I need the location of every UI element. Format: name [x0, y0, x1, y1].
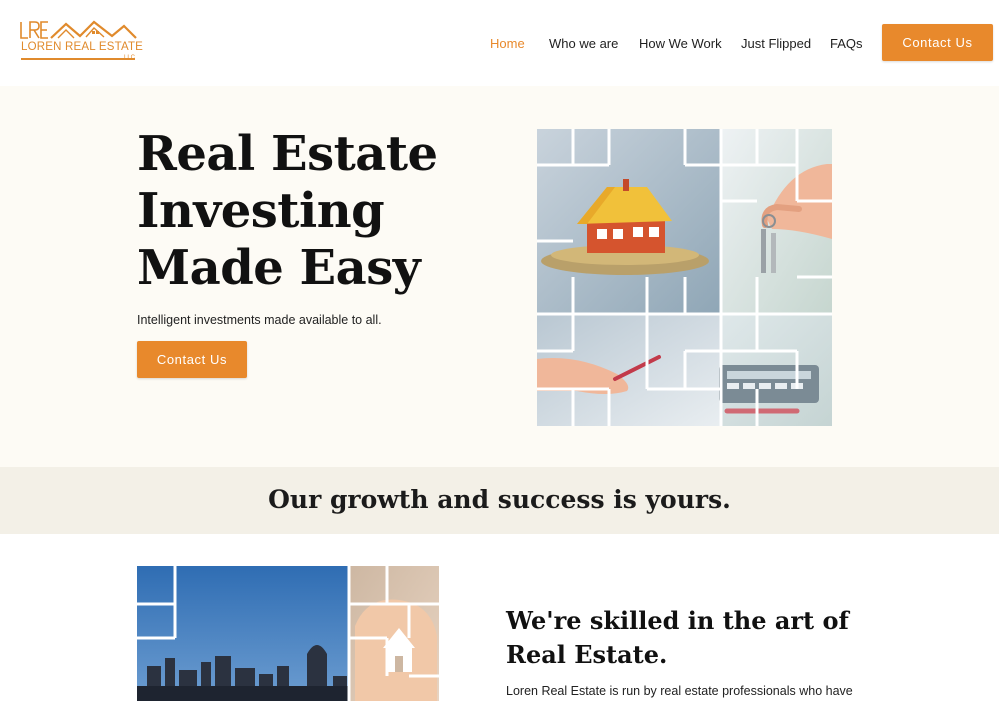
nav-faqs[interactable]: FAQs	[830, 36, 863, 51]
about-image-collage	[137, 566, 439, 701]
about-title-line: Real Estate.	[506, 640, 668, 669]
nav-how-we-work[interactable]: How We Work	[639, 36, 722, 51]
nav-just-flipped[interactable]: Just Flipped	[741, 36, 811, 51]
nav-who-we-are[interactable]: Who we are	[549, 36, 618, 51]
hands-house-icon	[355, 599, 437, 701]
about-title: We're skilled in the art of Real Estate.	[506, 604, 906, 672]
hero-title-line: Real Estate	[137, 126, 438, 182]
header-contact-button[interactable]: Contact Us	[882, 24, 993, 61]
brand-logo[interactable]: LOREN REAL ESTATE LLC	[20, 18, 143, 66]
logo-suffix: LLC	[124, 55, 136, 61]
hero-title-line: Investing	[137, 183, 385, 239]
tagline-band: Our growth and success is yours.	[0, 467, 999, 534]
about-body-text: Loren Real Estate is run by real estate …	[506, 684, 853, 698]
hero-image-collage	[537, 129, 832, 426]
hero-contact-button[interactable]: Contact Us	[137, 341, 247, 378]
tagline-text: Our growth and success is yours.	[268, 485, 731, 514]
hero-subtitle: Intelligent investments made available t…	[137, 313, 382, 327]
nav-home[interactable]: Home	[490, 36, 525, 51]
hero-title-line: Made Easy	[137, 240, 421, 296]
logo-text: LOREN REAL ESTATE	[21, 41, 144, 53]
hero-title: Real Estate Investing Made Easy	[137, 126, 497, 297]
about-section: We're skilled in the art of Real Estate.…	[0, 534, 999, 701]
about-title-line: We're skilled in the art of	[506, 606, 849, 635]
logo-roofs-icon	[20, 20, 137, 39]
hero-section: Real Estate Investing Made Easy Intellig…	[0, 86, 999, 467]
logo-underline	[21, 58, 135, 60]
site-header: LOREN REAL ESTATE LLC Home Who we are Ho…	[0, 0, 999, 86]
